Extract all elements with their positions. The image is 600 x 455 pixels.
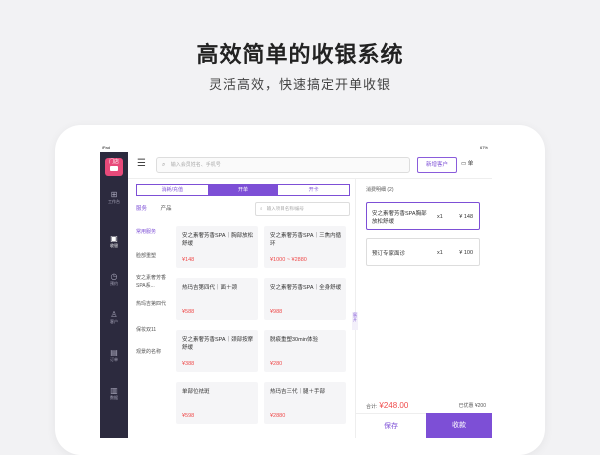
detail-item-qty: x1	[437, 250, 443, 256]
sidebar-item-appointment[interactable]: ◷ 预约	[100, 272, 128, 287]
product-card[interactable]: 脱痕重塑30min体验 ¥280	[264, 330, 346, 372]
product-name: 安之素奢芳香SPA｜胸部放松舒缓	[182, 233, 254, 247]
checkout-button[interactable]: 收款	[426, 413, 492, 438]
product-name: 安之素奢芳香SPA｜全身舒缓	[270, 285, 342, 291]
product-price: ¥588	[182, 309, 195, 315]
detail-item-price: ¥ 148	[459, 214, 473, 220]
search-placeholder: 输入会员姓名、手机号	[170, 162, 221, 168]
product-name: 热玛吉三代｜腿＋手部	[270, 389, 326, 395]
sidebar-item-workbench[interactable]: ⊞ 工作台	[100, 190, 128, 205]
orders-icon: ▭	[461, 161, 467, 167]
category-item[interactable]: 保妆双11	[136, 326, 174, 334]
sidebar-item-label: 收银	[110, 243, 118, 248]
sidebar-item-orders[interactable]: ▤ 订单	[100, 348, 128, 363]
product-price: ¥148	[182, 257, 195, 263]
detail-item-name: 预订专家面诊	[372, 251, 406, 257]
product-name: 安之素奢芳香SPA｜颈部按摩舒缓	[182, 337, 254, 351]
menu-icon[interactable]: ☰	[137, 158, 146, 169]
tab-open-card[interactable]: 开卡	[278, 185, 349, 195]
detail-item[interactable]: 安之素奢芳香SPA胸部放松舒缓 x1 ¥ 148	[366, 202, 480, 230]
clock-icon: ◷	[110, 272, 118, 281]
product-card[interactable]: 安之素奢芳香SPA｜胸部放松舒缓 ¥148	[176, 226, 258, 268]
product-card[interactable]: 热玛吉三代｜腿＋手部 ¥2880	[264, 382, 346, 424]
save-button[interactable]: 保存	[356, 413, 426, 438]
category-item[interactable]: 观景的名称	[136, 348, 174, 356]
promo-subtitle: 灵活高效，快速搞定开单收银	[208, 77, 391, 92]
discount-label: 已优惠 ¥200	[458, 403, 486, 409]
product-card[interactable]: 安之素奢芳香SPA｜三焦内循环 ¥1000 ~ ¥2880	[264, 226, 346, 268]
chart-icon: ▥	[110, 386, 118, 395]
product-price: ¥1000 ~ ¥2880	[270, 257, 307, 263]
carrier-label: iPad	[102, 145, 111, 150]
product-card[interactable]: 热玛吉第四代｜面＋颈 ¥588	[176, 278, 258, 320]
cashier-icon: ▣	[110, 234, 118, 243]
promo-title: 高效简单的收银系统	[196, 42, 404, 67]
tab-services[interactable]: 服务	[136, 206, 147, 212]
product-name: 脱痕重塑30min体验	[270, 337, 318, 343]
product-card[interactable]: 安之素奢芳香SPA｜颈部按摩舒缓 ¥388	[176, 330, 258, 372]
category-item[interactable]: 安之素奢芳香SPA系...	[136, 274, 174, 290]
product-name: 热玛吉第四代｜面＋颈	[182, 285, 238, 291]
total-row: 合计: ¥248.00 已优惠 ¥200	[366, 401, 486, 412]
status-bar: iPad 67%	[100, 144, 492, 152]
category-item[interactable]: 热玛吉第四代	[136, 300, 174, 308]
sidebar-item-label: 数据	[110, 395, 118, 400]
category-item[interactable]: 常用服务	[136, 228, 174, 236]
sidebar-item-label: 预约	[110, 281, 118, 286]
top-bar: ☰ ⌕ 输入会员姓名、手机号 新增客户 ▭ 单	[128, 152, 492, 179]
item-tabs: 服务 产品	[136, 204, 184, 212]
orders-button[interactable]: ▭ 单	[461, 158, 473, 170]
tab-create-order[interactable]: 开单	[207, 185, 279, 195]
order-detail-panel: 消费明细 (2) 安之素奢芳香SPA胸部放松舒缓 x1 ¥ 148 预订专家面诊…	[356, 178, 492, 438]
detail-item[interactable]: 预订专家面诊 x1 ¥ 100	[366, 238, 480, 266]
sidebar-item-label: 客户	[110, 319, 118, 324]
detail-title: 消费明细 (2)	[366, 187, 394, 193]
total-label: 合计:	[366, 404, 378, 410]
product-price: ¥2880	[270, 413, 286, 419]
sidebar-item-data[interactable]: ▥ 数据	[100, 386, 128, 401]
orders-label: 单	[467, 161, 474, 167]
detail-item-qty: x1	[437, 214, 443, 220]
total-amount: ¥248.00	[379, 401, 409, 410]
add-customer-button[interactable]: 新增客户	[417, 157, 457, 173]
search-icon: ⌕	[260, 206, 263, 211]
member-search-input[interactable]: ⌕ 输入会员姓名、手机号	[156, 157, 410, 173]
sidebar: 门店 ⊞ 工作台 ▣ 收银 ◷ 预约 ♙ 客户 ▤ 订单 ▥ 数据	[100, 152, 128, 438]
tab-products[interactable]: 产品	[161, 206, 172, 212]
item-search-placeholder: 输入项目名称/编号	[266, 206, 305, 211]
product-price: ¥388	[182, 361, 195, 367]
detail-item-price: ¥ 100	[459, 250, 473, 256]
battery-label: 67%	[479, 145, 488, 150]
sidebar-item-customer[interactable]: ♙ 客户	[100, 310, 128, 325]
sidebar-item-cashier[interactable]: ▣ 收银	[100, 234, 128, 249]
document-icon: ▤	[110, 348, 118, 357]
product-price: ¥280	[270, 361, 283, 367]
item-search-input[interactable]: ⌕ 输入项目名称/编号	[255, 202, 350, 216]
mode-tabs: 消耗/充值 开单 开卡	[136, 184, 350, 196]
detail-item-name: 安之素奢芳香SPA胸部放松舒缓	[372, 211, 427, 225]
product-price: ¥988	[270, 309, 283, 315]
search-icon: ⌕	[162, 162, 166, 168]
store-logo[interactable]: 门店	[105, 158, 123, 176]
product-name: 单部位祛斑	[182, 389, 210, 395]
product-card[interactable]: 单部位祛斑 ¥598	[176, 382, 258, 424]
store-icon	[110, 166, 118, 171]
product-price: ¥598	[182, 413, 195, 419]
product-name: 安之素奢芳香SPA｜三焦内循环	[270, 233, 342, 247]
sidebar-item-label: 工作台	[108, 199, 120, 204]
product-card[interactable]: 安之素奢芳香SPA｜全身舒缓 ¥988	[264, 278, 346, 320]
grid-icon: ⊞	[110, 190, 118, 199]
tab-consume-recharge[interactable]: 消耗/充值	[137, 185, 208, 195]
logo-text: 门店	[108, 159, 119, 165]
category-item[interactable]: 脸部重塑	[136, 252, 174, 260]
app-screen: iPad 67% 门店 ⊞ 工作台 ▣ 收银 ◷ 预约 ♙ 客户 ▤ 订单 ▥	[100, 144, 492, 438]
user-icon: ♙	[110, 310, 118, 319]
sidebar-item-label: 订单	[110, 357, 118, 362]
